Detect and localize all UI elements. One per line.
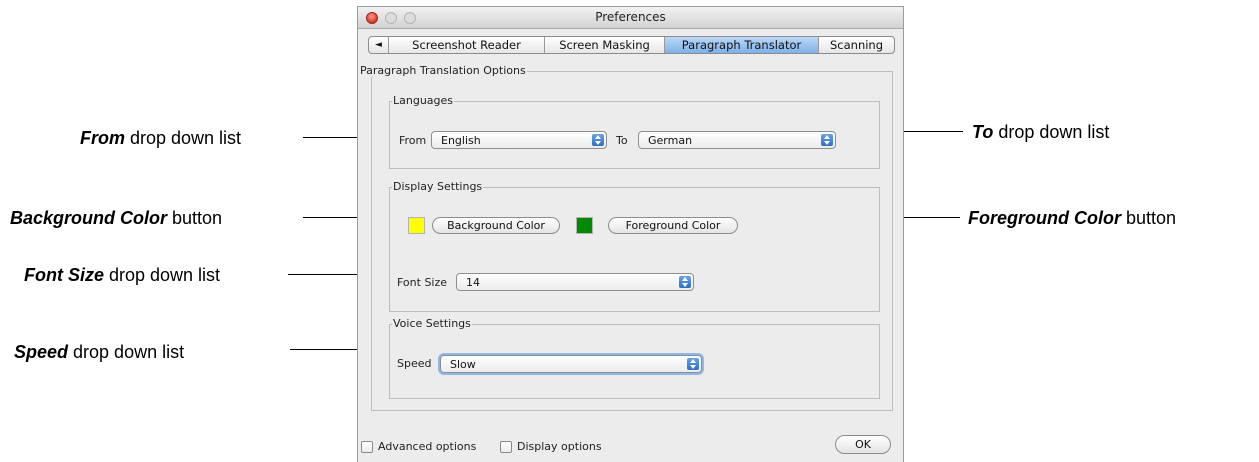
annotation-foreground-text: button bbox=[1120, 208, 1177, 228]
dropdown-stepper-icon bbox=[592, 134, 604, 146]
preferences-window: Preferences ◄ Screenshot Reader Screen M… bbox=[357, 6, 904, 462]
paragraph-translation-options-group: Paragraph Translation Options Languages … bbox=[359, 64, 893, 411]
display-options-checkbox[interactable] bbox=[500, 441, 512, 453]
display-options-label: Display options bbox=[517, 440, 602, 453]
voice-settings-group: Voice Settings Speed Slow bbox=[389, 317, 880, 399]
paragraph-translation-options-label: Paragraph Translation Options bbox=[359, 64, 527, 77]
annotation-foreground: Foreground Color button bbox=[968, 208, 1176, 228]
annotation-to-bold: To bbox=[972, 122, 994, 142]
advanced-options-label: Advanced options bbox=[378, 440, 477, 453]
advanced-options-checkbox[interactable] bbox=[361, 441, 373, 453]
from-label: From bbox=[399, 134, 427, 147]
dropdown-stepper-icon bbox=[821, 134, 833, 146]
annotation-from-text: drop down list bbox=[125, 128, 242, 148]
annotation-speed: Speed drop down list bbox=[14, 342, 184, 362]
font-size-dropdown[interactable]: 14 bbox=[456, 273, 694, 291]
annotation-speed-bold: Speed bbox=[14, 342, 69, 362]
to-language-value: German bbox=[648, 134, 693, 147]
annotation-foreground-bold: Foreground Color bbox=[968, 208, 1121, 228]
annotation-font-size: Font Size drop down list bbox=[24, 265, 220, 285]
annotation-font-size-text: drop down list bbox=[104, 265, 221, 285]
display-settings-group: Display Settings Background Color Foregr… bbox=[389, 180, 880, 312]
dropdown-stepper-icon bbox=[687, 358, 699, 370]
window-title: Preferences bbox=[595, 10, 666, 24]
annotation-background-text: button bbox=[167, 208, 223, 228]
languages-label: Languages bbox=[392, 94, 455, 107]
annotation-from-bold: From bbox=[80, 128, 125, 148]
title-bar: Preferences bbox=[358, 7, 903, 29]
annotation-background: Background Color button bbox=[10, 208, 222, 228]
background-color-button[interactable]: Background Color bbox=[432, 217, 560, 234]
voice-settings-label: Voice Settings bbox=[392, 317, 472, 330]
languages-group: Languages From English To German bbox=[389, 94, 880, 169]
speed-label: Speed bbox=[397, 357, 432, 370]
speed-dropdown[interactable]: Slow bbox=[440, 355, 702, 373]
tab-scroll-left-button[interactable]: ◄ bbox=[369, 37, 389, 53]
tab-screen-masking[interactable]: Screen Masking bbox=[545, 37, 665, 53]
font-size-label: Font Size bbox=[397, 276, 448, 289]
to-label: To bbox=[616, 134, 628, 147]
annotation-to-text: drop down list bbox=[993, 122, 1110, 142]
from-language-dropdown[interactable]: English bbox=[431, 131, 607, 149]
ok-button[interactable]: OK bbox=[835, 435, 891, 454]
from-language-value: English bbox=[441, 134, 481, 147]
tab-scanning[interactable]: Scanning bbox=[819, 37, 894, 53]
annotation-font-size-bold: Font Size bbox=[24, 265, 104, 285]
foreground-color-button[interactable]: Foreground Color bbox=[608, 217, 738, 234]
display-settings-label: Display Settings bbox=[392, 180, 484, 193]
annotation-to: To drop down list bbox=[972, 122, 1109, 142]
to-language-dropdown[interactable]: German bbox=[638, 131, 836, 149]
annotation-from: From drop down list bbox=[80, 128, 241, 148]
foreground-color-swatch bbox=[576, 217, 593, 234]
background-color-swatch bbox=[408, 217, 425, 234]
font-size-value: 14 bbox=[466, 276, 480, 289]
annotation-background-bold: Background Color bbox=[10, 208, 168, 228]
annotation-speed-text: drop down list bbox=[68, 342, 185, 362]
tab-paragraph-translator[interactable]: Paragraph Translator bbox=[665, 37, 819, 53]
tab-screenshot-reader[interactable]: Screenshot Reader bbox=[389, 37, 545, 53]
speed-value: Slow bbox=[450, 358, 476, 371]
tab-strip: ◄ Screenshot Reader Screen Masking Parag… bbox=[368, 36, 895, 54]
dropdown-stepper-icon bbox=[679, 276, 691, 288]
